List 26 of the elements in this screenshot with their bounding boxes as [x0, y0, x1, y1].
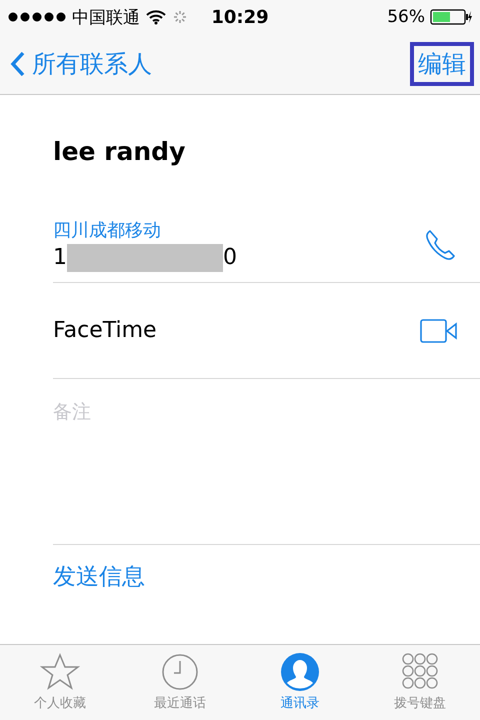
carrier-name: 中国联通 [72, 6, 140, 28]
phone-label: 四川成都移动 [53, 218, 162, 242]
back-link[interactable]: 所有联系人 [10, 48, 152, 80]
status-time: 10:29 [211, 6, 269, 28]
battery-icon [430, 9, 472, 25]
facetime-label: FaceTime [53, 318, 157, 343]
tab-bar-item[interactable]: 拨号键盘 [360, 645, 480, 720]
phone-icon[interactable] [424, 228, 458, 262]
tab-bar-item[interactable]: 最近通话 [120, 645, 240, 720]
phone-number-end: 0 [223, 245, 237, 270]
clock-icon [161, 653, 199, 691]
tab-bar-item[interactable]: 通讯录 [240, 645, 360, 720]
chevron-icon [10, 51, 26, 77]
contact-name: lee randy [53, 136, 186, 168]
signal-icon [8, 12, 66, 22]
battery-percent: 56% [387, 7, 426, 27]
send-message-link[interactable]: 发送信息 [53, 545, 145, 592]
edit-button[interactable]: 编辑 [410, 42, 474, 86]
keypad-icon [401, 653, 439, 691]
tab-bar-item[interactable]: 个人收藏 [0, 645, 120, 720]
video-camera-icon[interactable] [420, 318, 458, 342]
star-icon [40, 653, 80, 691]
phone-number-start: 1 [53, 245, 67, 270]
wifi-icon [146, 10, 166, 24]
spinner-icon [172, 9, 188, 25]
person-icon [281, 653, 319, 691]
